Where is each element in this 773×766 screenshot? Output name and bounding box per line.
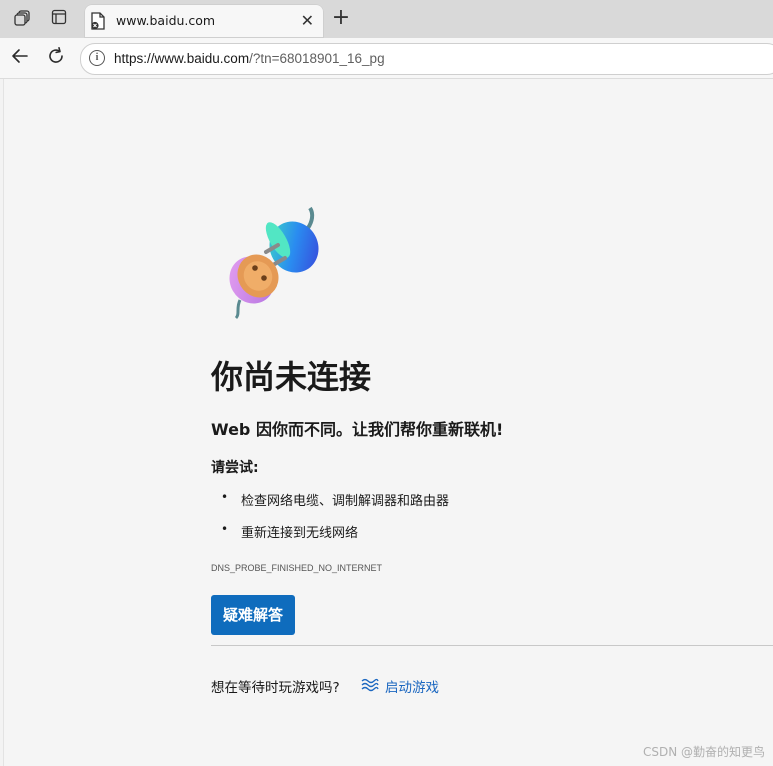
refresh-icon[interactable] xyxy=(44,46,68,70)
surf-game-icon[interactable] xyxy=(361,676,379,692)
address-bar: i https://www.baidu.com/?tn=68018901_16_… xyxy=(0,38,773,79)
divider xyxy=(211,645,773,646)
try-label: 请尝试: xyxy=(211,460,259,476)
url-text: https://www.baidu.com/?tn=68018901_16_pg xyxy=(114,51,385,66)
tab-actions-icon[interactable] xyxy=(49,9,69,29)
unplugged-plug-illustration xyxy=(229,206,319,320)
url-input[interactable]: i https://www.baidu.com/?tn=68018901_16_… xyxy=(80,43,773,75)
info-icon[interactable]: i xyxy=(89,50,105,66)
back-arrow-icon[interactable] xyxy=(8,46,32,70)
new-tab-button[interactable]: + xyxy=(330,7,352,29)
troubleshoot-button[interactable]: 疑难解答 xyxy=(211,595,295,635)
active-tab[interactable]: www.baidu.com ✕ xyxy=(84,4,324,38)
close-tab-icon[interactable]: ✕ xyxy=(301,11,314,31)
start-game-link[interactable]: 启动游戏 xyxy=(385,676,439,696)
game-prompt: 想在等待时玩游戏吗? xyxy=(211,680,340,696)
browser-titlebar: www.baidu.com ✕ + xyxy=(0,0,773,38)
list-item: 重新连接到无线网络 xyxy=(221,522,449,554)
error-code: DNS_PROBE_FINISHED_NO_INTERNET xyxy=(211,563,383,573)
watermark: CSDN @勤奋的知更鸟 xyxy=(642,745,765,759)
broken-page-icon xyxy=(90,12,106,30)
page-title: 你尚未连接 xyxy=(211,358,372,396)
tab-title: www.baidu.com xyxy=(116,13,216,28)
list-item: 检查网络电缆、调制解调器和路由器 xyxy=(221,490,449,522)
workspaces-icon[interactable] xyxy=(13,9,33,29)
suggestion-list: 检查网络电缆、调制解调器和路由器 重新连接到无线网络 xyxy=(221,490,449,554)
page-subtitle: Web 因你而不同。让我们帮你重新联机! xyxy=(211,420,504,439)
